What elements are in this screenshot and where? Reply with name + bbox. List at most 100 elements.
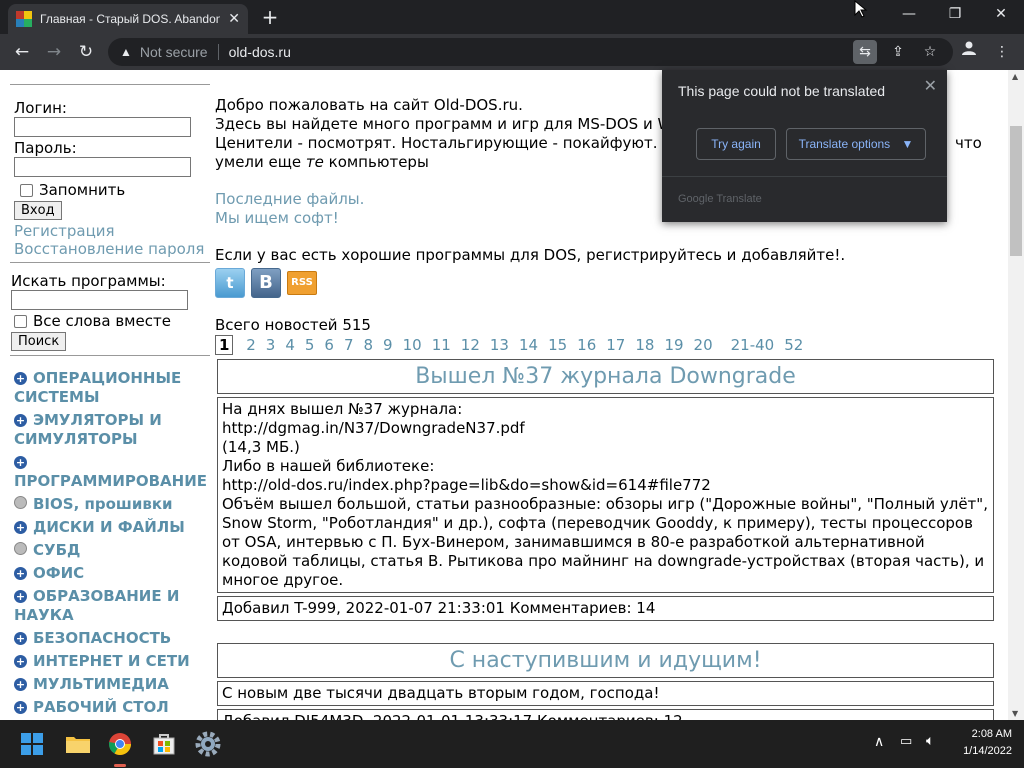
new-tab-button[interactable]: + xyxy=(258,5,282,29)
warning-icon: ▲ xyxy=(120,45,132,59)
page-link[interactable]: 17 xyxy=(606,336,625,354)
search-button[interactable]: Поиск xyxy=(11,332,67,351)
expand-plus-icon: + xyxy=(14,567,27,580)
page-scrollbar[interactable]: ▲ ▼ xyxy=(1008,70,1024,720)
back-button[interactable]: ← xyxy=(10,40,34,64)
total-news: Всего новостей 515 xyxy=(215,316,371,334)
settings-gear-icon[interactable] xyxy=(192,728,224,760)
try-again-button[interactable]: Try again xyxy=(696,128,776,160)
sidebar: Логин: Пароль: Запомнить Вход Регистраци… xyxy=(10,70,210,720)
translate-options-label: Translate options xyxy=(798,137,891,151)
translate-icon[interactable]: ⇆ xyxy=(853,40,877,64)
page-link[interactable]: 18 xyxy=(635,336,654,354)
page-link[interactable]: 12 xyxy=(461,336,480,354)
page-link[interactable]: 7 xyxy=(344,336,354,354)
news-line: (14,3 МБ.) xyxy=(222,438,300,456)
bookmark-star-icon[interactable]: ☆ xyxy=(918,40,942,64)
profile-icon[interactable] xyxy=(957,40,981,64)
login-button[interactable]: Вход xyxy=(14,201,62,220)
all-words-checkbox[interactable] xyxy=(14,314,27,328)
page-link[interactable]: 8 xyxy=(364,336,374,354)
page-link[interactable]: 6 xyxy=(324,336,334,354)
file-explorer-icon[interactable] xyxy=(62,728,94,760)
page-link[interactable]: 20 xyxy=(694,336,713,354)
page-link[interactable]: 16 xyxy=(577,336,596,354)
page-link[interactable]: 4 xyxy=(285,336,295,354)
page-link[interactable]: 15 xyxy=(548,336,567,354)
tray-chevron-icon[interactable]: ∧ xyxy=(874,734,884,750)
expand-plus-icon: + xyxy=(14,414,27,427)
category-item[interactable]: + ЭМУЛЯТОРЫ И СИМУЛЯТОРЫ xyxy=(14,411,210,449)
search-input[interactable] xyxy=(11,290,188,310)
category-item[interactable]: + ДИСКИ И ФАЙЛЫ xyxy=(14,518,210,537)
category-item[interactable]: + ОПЕРАЦИОННЫЕ СИСТЕМЫ xyxy=(14,369,210,407)
category-item[interactable]: СУБД xyxy=(14,541,210,560)
twitter-icon[interactable]: t xyxy=(215,268,245,298)
clock[interactable]: 2:08 AM 1/14/2022 xyxy=(963,726,1012,760)
maximize-button[interactable]: ❐ xyxy=(932,0,978,30)
register-link[interactable]: Регистрация xyxy=(14,222,210,240)
tab-close-icon[interactable]: ✕ xyxy=(228,11,240,27)
clock-date: 1/14/2022 xyxy=(963,745,1012,757)
reload-button[interactable]: ↻ xyxy=(74,40,98,64)
page-link[interactable]: 19 xyxy=(664,336,683,354)
menu-icon[interactable]: ⋮ xyxy=(990,40,1014,64)
vk-icon[interactable]: B xyxy=(251,268,281,298)
category-item[interactable]: BIOS, прошивки xyxy=(14,495,210,514)
chrome-icon[interactable] xyxy=(104,728,136,767)
page-link[interactable]: 9 xyxy=(383,336,393,354)
news-title[interactable]: Вышел №37 журнала Downgrade xyxy=(217,359,994,394)
category-item[interactable]: + ИНТЕРНЕТ И СЕТИ xyxy=(14,652,210,671)
expand-plus-icon: + xyxy=(14,655,27,668)
login-input[interactable] xyxy=(14,117,191,137)
page-link[interactable]: 21-40 xyxy=(731,336,775,354)
forward-button[interactable]: → xyxy=(42,40,66,64)
start-icon[interactable] xyxy=(16,728,48,760)
category-item[interactable]: + ОБРАЗОВАНИЕ И НАУКА xyxy=(14,587,210,625)
restore-password-link[interactable]: Восстановление пароля xyxy=(14,240,210,258)
news-line: http://dgmag.in/N37/DowngradeN37.pdf xyxy=(222,419,525,437)
category-item[interactable]: + МУЛЬТИМЕДИА xyxy=(14,675,210,694)
expand-plus-icon: + xyxy=(14,456,27,469)
category-label: ОБРАЗОВАНИЕ И НАУКА xyxy=(14,587,180,624)
rss-icon[interactable]: RSS xyxy=(287,271,317,295)
category-item[interactable]: + ОФИС xyxy=(14,564,210,583)
tab-title: Главная - Старый DOS. Abandonware xyxy=(40,12,220,26)
category-label: СУБД xyxy=(33,541,81,559)
page-link[interactable]: 13 xyxy=(490,336,509,354)
google-translate-footer: Google Translate xyxy=(662,176,947,222)
category-label: МУЛЬТИМЕДИА xyxy=(33,675,169,693)
network-icon[interactable]: ▭ xyxy=(900,734,912,749)
remember-checkbox[interactable] xyxy=(20,183,33,197)
page-link[interactable]: 11 xyxy=(432,336,451,354)
category-item[interactable]: + ПРОГРАММИРОВАНИЕ xyxy=(14,453,210,491)
popup-close-icon[interactable]: ✕ xyxy=(924,76,937,96)
page-link[interactable]: 52 xyxy=(784,336,803,354)
share-icon[interactable]: ⇪ xyxy=(886,40,910,64)
news-line: http://old-dos.ru/index.php?page=lib&do=… xyxy=(222,476,711,494)
store-icon[interactable] xyxy=(148,728,180,760)
category-item[interactable]: + РАБОЧИЙ СТОЛ xyxy=(14,698,210,717)
page-link[interactable]: 2 xyxy=(246,336,256,354)
scroll-up-icon[interactable]: ▲ xyxy=(1012,72,1018,81)
volume-icon[interactable]: 🔈︎ xyxy=(926,733,934,749)
translate-popup-title: This page could not be translated xyxy=(678,83,886,99)
category-label: ПРОГРАММИРОВАНИЕ xyxy=(14,472,208,490)
news-title[interactable]: С наступившим и идущим! xyxy=(217,643,994,678)
browser-tab[interactable]: Главная - Старый DOS. Abandonware ✕ xyxy=(8,4,248,34)
page-link[interactable]: 5 xyxy=(305,336,315,354)
translate-options-button[interactable]: Translate options ▼ xyxy=(786,128,926,160)
password-input[interactable] xyxy=(14,157,191,177)
scroll-down-icon[interactable]: ▼ xyxy=(1012,709,1018,718)
translate-popup: This page could not be translated ✕ Try … xyxy=(662,70,947,222)
news-footer: Добавил DJ54M3D, 2022-01-01 13:33:17 Ком… xyxy=(217,709,994,720)
address-bar[interactable]: ▲ Not secure old-dos.ru xyxy=(108,38,953,66)
taskbar: ∧ ▭ 🔈︎ 2:08 AM 1/14/2022 xyxy=(0,720,1024,768)
page-link[interactable]: 10 xyxy=(403,336,422,354)
scroll-thumb[interactable] xyxy=(1010,126,1022,256)
close-window-button[interactable]: ✕ xyxy=(978,0,1024,30)
page-link[interactable]: 14 xyxy=(519,336,538,354)
minimize-button[interactable]: — xyxy=(886,0,932,30)
category-item[interactable]: + БЕЗОПАСНОСТЬ xyxy=(14,629,210,648)
page-link[interactable]: 3 xyxy=(266,336,276,354)
